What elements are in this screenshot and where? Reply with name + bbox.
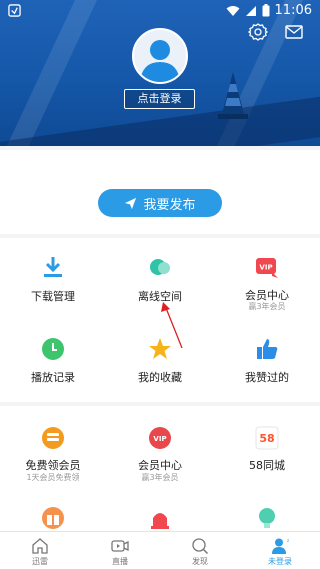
item-sublabel: 赢3年会员 bbox=[248, 302, 286, 311]
liked-item[interactable]: 我赞过的 bbox=[214, 320, 320, 400]
profile-header: 11:06 点击登录 bbox=[0, 0, 320, 146]
message-icon[interactable] bbox=[284, 22, 304, 42]
vip-center-item[interactable]: VIP 会员中心 赢3年会员 bbox=[214, 238, 320, 318]
clock: 11:06 bbox=[274, 3, 312, 18]
item-label: 我赞过的 bbox=[245, 371, 289, 384]
tab-profile[interactable]: z 未登录 bbox=[240, 532, 320, 569]
search-icon bbox=[192, 538, 209, 555]
item-label: 58同城 bbox=[249, 459, 285, 472]
star-icon bbox=[149, 338, 171, 359]
item-sublabel: 1天会员免费领 bbox=[26, 473, 80, 482]
item-label: 播放记录 bbox=[31, 371, 75, 384]
tab-discover[interactable]: 发现 bbox=[160, 532, 240, 569]
video-icon bbox=[111, 540, 129, 552]
wifi-icon bbox=[226, 5, 240, 16]
svg-text:58: 58 bbox=[259, 432, 274, 445]
item-label: 下载管理 bbox=[31, 290, 75, 303]
tab-label: 发现 bbox=[192, 557, 208, 566]
cloud-icon bbox=[150, 259, 170, 275]
tab-label: 直播 bbox=[112, 557, 128, 566]
settings-icon[interactable] bbox=[248, 22, 268, 42]
download-manager-item[interactable]: 下载管理 bbox=[0, 238, 106, 318]
tools-grid: 下载管理 离线空间 VIP 会员中心 赢3年会员 播放记录 我的收藏 我赞过的 bbox=[0, 238, 320, 402]
download-icon bbox=[44, 257, 62, 277]
svg-text:z: z bbox=[287, 538, 289, 543]
svg-text:VIP: VIP bbox=[259, 264, 272, 272]
svg-text:VIP: VIP bbox=[153, 435, 166, 443]
tab-live[interactable]: 直播 bbox=[80, 532, 160, 569]
publish-button[interactable]: 我要发布 bbox=[98, 189, 222, 217]
home-icon bbox=[32, 538, 48, 554]
bottom-tab-bar: 迅雷 直播 发现 z 未登录 bbox=[0, 531, 320, 569]
user-icon: z bbox=[272, 538, 289, 554]
item-label: 免费领会员 bbox=[25, 459, 81, 472]
send-icon bbox=[125, 197, 137, 209]
gift-icon bbox=[42, 507, 64, 529]
item-label: 我的收藏 bbox=[138, 371, 182, 384]
item-label: 会员中心 bbox=[138, 459, 182, 472]
58-logo-icon: 58 bbox=[255, 426, 279, 450]
bulb-icon bbox=[259, 508, 275, 528]
tab-label: 迅雷 bbox=[32, 557, 48, 566]
tab-xunlei[interactable]: 迅雷 bbox=[0, 532, 80, 569]
login-button[interactable]: 点击登录 bbox=[124, 89, 195, 109]
item-label: 离线空间 bbox=[138, 290, 182, 303]
coin-icon bbox=[42, 427, 64, 449]
tab-label: 未登录 bbox=[268, 557, 292, 566]
vip-badge-icon: VIP bbox=[256, 258, 278, 278]
free-vip-item[interactable]: 免费领会员 1天会员免费领 bbox=[0, 406, 106, 494]
thumbs-up-icon bbox=[257, 339, 278, 359]
traffic-cone-icon bbox=[218, 72, 248, 119]
favorites-item[interactable]: 我的收藏 bbox=[107, 320, 213, 400]
vip-center-item[interactable]: VIP 会员中心 赢3年会员 bbox=[107, 406, 213, 494]
publish-card: 我要发布 bbox=[0, 150, 320, 234]
default-avatar-icon bbox=[140, 40, 180, 82]
offline-space-item[interactable]: 离线空间 bbox=[107, 238, 213, 318]
app-notification-icon bbox=[8, 4, 21, 17]
idea-item[interactable] bbox=[214, 502, 320, 531]
siren-icon bbox=[151, 513, 169, 529]
alarm-item[interactable] bbox=[107, 502, 213, 531]
gift-item[interactable] bbox=[0, 502, 106, 531]
avatar[interactable] bbox=[132, 28, 188, 84]
clock-icon bbox=[42, 338, 64, 360]
signal-icon bbox=[245, 5, 256, 16]
battery-icon bbox=[262, 4, 270, 17]
services-grid: 免费领会员 1天会员免费领 VIP 会员中心 赢3年会员 58 58同城 bbox=[0, 406, 320, 531]
item-sublabel: 赢3年会员 bbox=[141, 473, 179, 482]
status-bar: 11:06 bbox=[0, 0, 320, 22]
vip-badge-icon: VIP bbox=[149, 427, 171, 449]
play-history-item[interactable]: 播放记录 bbox=[0, 320, 106, 400]
58-tongcheng-item[interactable]: 58 58同城 bbox=[214, 406, 320, 494]
publish-label: 我要发布 bbox=[143, 197, 196, 213]
